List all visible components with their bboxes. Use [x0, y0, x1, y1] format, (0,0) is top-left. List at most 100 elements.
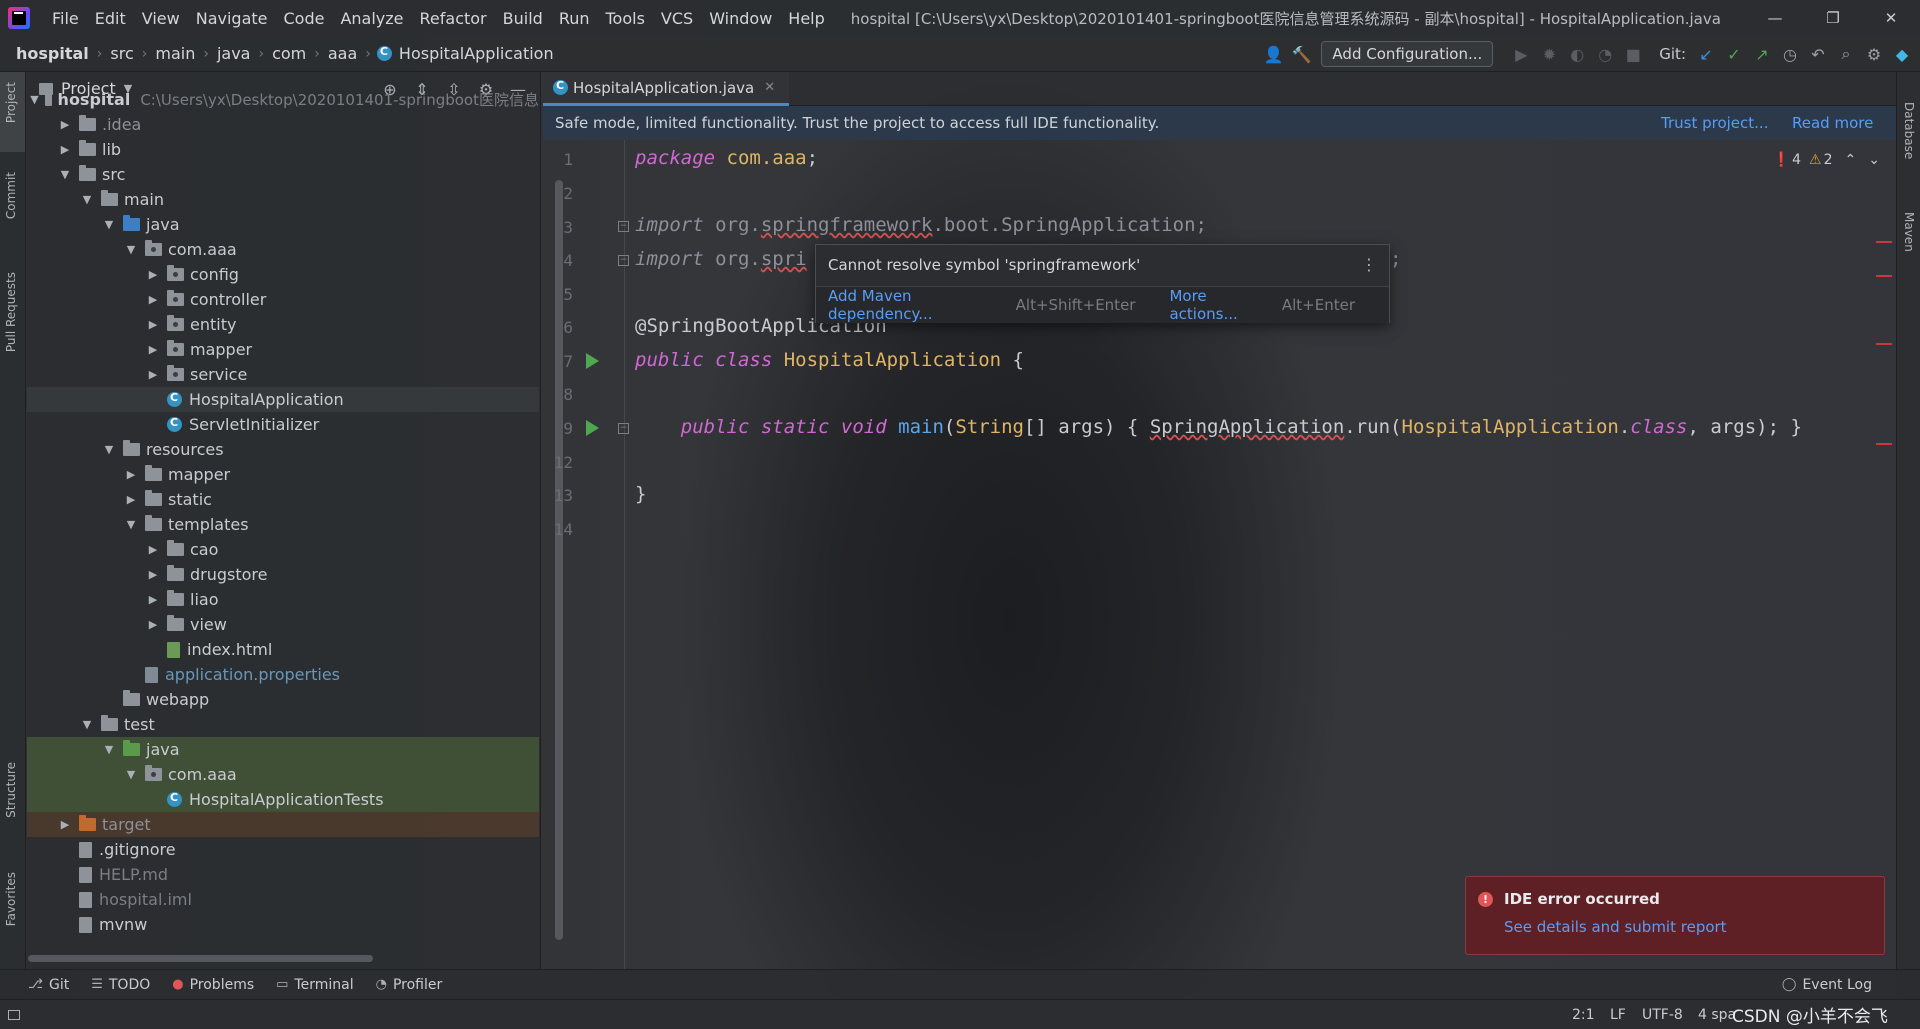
restore-button[interactable]: ❐	[1804, 0, 1862, 36]
breadcrumb-hospital[interactable]: hospital	[14, 44, 91, 63]
tab-hospitalapplication[interactable]: HospitalApplication.java ✕	[543, 72, 790, 106]
chevron-down-icon[interactable]: ▼	[101, 218, 117, 231]
chevron-right-icon[interactable]: ▶	[57, 118, 73, 131]
breadcrumb-src[interactable]: src	[108, 44, 135, 63]
rollback-icon[interactable]: ↶	[1804, 40, 1832, 68]
chevron-right-icon[interactable]: ▶	[145, 343, 161, 356]
chevron-right-icon[interactable]: ▶	[145, 293, 161, 306]
coverage-icon[interactable]: ◐	[1563, 40, 1591, 68]
menu-code[interactable]: Code	[276, 9, 333, 28]
fold-icon[interactable]: −	[618, 221, 629, 232]
git-update-icon[interactable]: ↙	[1692, 40, 1720, 68]
next-highlight-icon[interactable]: ⌄	[1868, 152, 1880, 168]
chevron-right-icon[interactable]: ▶	[145, 568, 161, 581]
trust-project-link[interactable]: Trust project...	[1661, 114, 1768, 132]
line-separator[interactable]: LF	[1610, 1007, 1626, 1023]
tree-item[interactable]: HospitalApplicationTests	[27, 787, 539, 812]
chevron-right-icon[interactable]: ▶	[123, 468, 139, 481]
menu-navigate[interactable]: Navigate	[188, 9, 276, 28]
toggle-tool-windows-icon[interactable]	[8, 1009, 20, 1020]
menu-build[interactable]: Build	[495, 9, 551, 28]
breadcrumb-hospitalapplication[interactable]: HospitalApplication	[397, 44, 556, 63]
fold-icon[interactable]: −	[618, 255, 629, 266]
tree-item[interactable]: ServletInitializer	[27, 412, 539, 437]
debug-icon[interactable]: ✹	[1535, 40, 1563, 68]
tree-item[interactable]: webapp	[27, 687, 539, 712]
chevron-right-icon[interactable]: ▶	[57, 143, 73, 156]
inspection-widget[interactable]: ❗ 4 ⚠ 2 ⌃ ⌄	[1773, 152, 1880, 168]
chevron-right-icon[interactable]: ▶	[145, 618, 161, 631]
chevron-right-icon[interactable]: ▶	[145, 543, 161, 556]
tree-item[interactable]: ▶ drugstore	[27, 562, 539, 587]
chevron-right-icon[interactable]: ▶	[145, 268, 161, 281]
tool-project[interactable]: Project	[4, 82, 18, 123]
tool-problems[interactable]: ● Problems	[172, 977, 254, 993]
tree-item[interactable]: ▼ com.aaa	[27, 237, 539, 262]
error-stripe-mark[interactable]	[1876, 443, 1892, 445]
tree-item[interactable]: ▶ lib	[27, 137, 539, 162]
chevron-right-icon[interactable]: ▶	[57, 818, 73, 831]
tree-item[interactable]: ▼ templates	[27, 512, 539, 537]
chevron-right-icon[interactable]: ▶	[145, 368, 161, 381]
error-stripe-mark[interactable]	[1876, 241, 1892, 243]
tree-item[interactable]: mvnw	[27, 912, 539, 937]
toolbox-icon[interactable]: ◆	[1888, 40, 1916, 68]
tree-item[interactable]: ▼ src	[27, 162, 539, 187]
tree-item[interactable]: .gitignore	[27, 837, 539, 862]
menu-file[interactable]: File	[44, 9, 87, 28]
breadcrumb-main[interactable]: main	[153, 44, 197, 63]
tree-item[interactable]: ▶ cao	[27, 537, 539, 562]
chevron-right-icon[interactable]: ▶	[145, 593, 161, 606]
tree-item[interactable]: ▶ mapper	[27, 337, 539, 362]
add-configuration-button[interactable]: Add Configuration...	[1321, 41, 1494, 67]
horizontal-scrollbar[interactable]	[28, 955, 373, 962]
more-actions-link[interactable]: More actions...	[1169, 287, 1269, 323]
profile-icon[interactable]: ◔	[1591, 40, 1619, 68]
breadcrumb-com[interactable]: com	[270, 44, 308, 63]
search-icon[interactable]: ⌕	[1832, 40, 1860, 68]
chevron-down-icon[interactable]: ▼	[79, 193, 95, 206]
add-maven-dependency-link[interactable]: Add Maven dependency...	[828, 287, 1004, 323]
menu-window[interactable]: Window	[701, 9, 780, 28]
menu-view[interactable]: View	[134, 9, 188, 28]
tree-item[interactable]: ▼ main	[27, 187, 539, 212]
tool-commit[interactable]: Commit	[4, 172, 18, 219]
read-more-link[interactable]: Read more	[1792, 114, 1873, 132]
tree-item[interactable]: application.properties	[27, 662, 539, 687]
previous-highlight-icon[interactable]: ⌃	[1845, 152, 1857, 168]
tool-maven[interactable]: Maven	[1902, 212, 1916, 252]
chevron-down-icon[interactable]: ▼	[101, 443, 117, 456]
build-hammer-icon[interactable]: 🔨	[1287, 40, 1315, 68]
error-stripe-mark[interactable]	[1876, 343, 1892, 345]
tree-item[interactable]: ▶ controller	[27, 287, 539, 312]
minimize-button[interactable]: —	[1746, 0, 1804, 36]
run-icon[interactable]: ▶	[1507, 40, 1535, 68]
submit-report-link[interactable]: See details and submit report	[1504, 918, 1727, 936]
event-log-button[interactable]: ◯ Event Log	[1782, 977, 1872, 993]
run-gutter-icon[interactable]	[586, 420, 599, 436]
chevron-down-icon[interactable]: ▼	[57, 168, 73, 181]
tree-item[interactable]: ▶ view	[27, 612, 539, 637]
tree-item[interactable]: ▶ target	[27, 812, 539, 837]
chevron-down-icon[interactable]: ▼	[123, 768, 139, 781]
tool-favorites[interactable]: Favorites	[4, 872, 18, 926]
menu-help[interactable]: Help	[780, 9, 832, 28]
menu-refactor[interactable]: Refactor	[412, 9, 495, 28]
chevron-down-icon[interactable]: ▼	[79, 718, 95, 731]
tool-structure[interactable]: Structure	[4, 762, 18, 818]
tree-item[interactable]: ▼ resources	[27, 437, 539, 462]
tree-item[interactable]: ▶ liao	[27, 587, 539, 612]
run-gutter-icon[interactable]	[586, 353, 599, 369]
tree-item[interactable]: ▼ com.aaa	[27, 762, 539, 787]
git-push-icon[interactable]: ↗	[1748, 40, 1776, 68]
menu-tools[interactable]: Tools	[598, 9, 653, 28]
tree-item[interactable]: ▼ java	[27, 737, 539, 762]
error-stripe-mark[interactable]	[1876, 275, 1892, 277]
git-commit-icon[interactable]: ✓	[1720, 40, 1748, 68]
fold-icon[interactable]: −	[618, 423, 629, 434]
tool-database[interactable]: Database	[1902, 102, 1916, 159]
tool-git[interactable]: ⎇ Git	[28, 977, 69, 993]
tool-todo[interactable]: ☰ TODO	[91, 977, 150, 993]
tree-item[interactable]: ▶ mapper	[27, 462, 539, 487]
file-encoding[interactable]: UTF-8	[1642, 1007, 1683, 1023]
